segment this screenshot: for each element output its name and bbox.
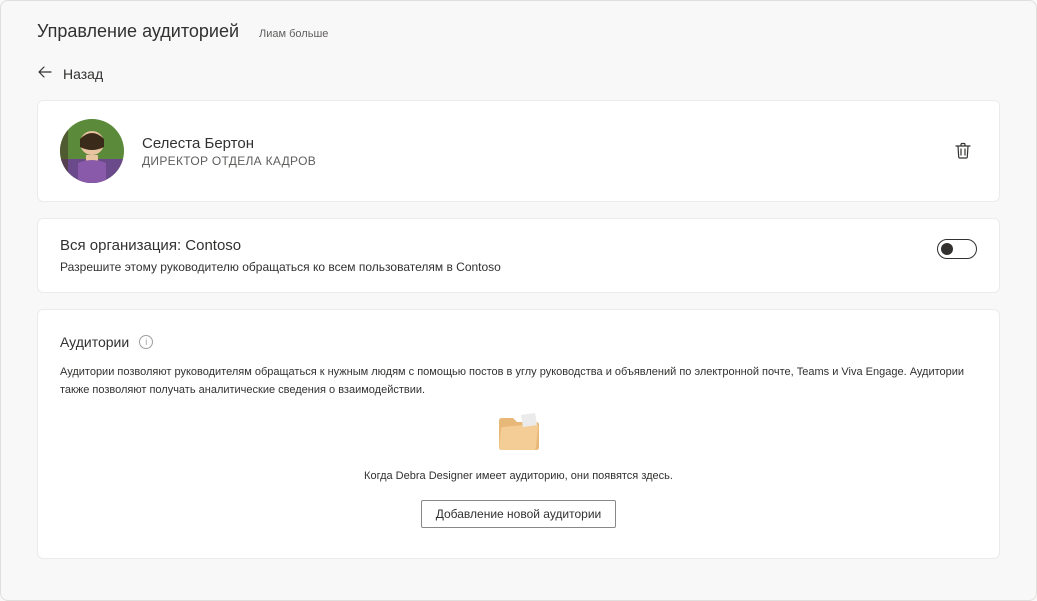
header-row: Управление аудиторией Лиам больше bbox=[37, 21, 1000, 42]
profile-role: ДИРЕКТОР ОТДЕЛА КАДРОВ bbox=[142, 154, 316, 168]
trash-icon bbox=[953, 141, 973, 161]
audiences-title: Аудитории bbox=[60, 334, 129, 350]
folder-icon bbox=[493, 409, 545, 458]
delete-button[interactable] bbox=[949, 137, 977, 165]
org-toggle[interactable] bbox=[937, 239, 977, 259]
empty-state-text: Когда Debra Designer имеет аудиторию, он… bbox=[364, 470, 673, 482]
audiences-card: Аудитории i Аудитории позволяют руководи… bbox=[37, 309, 1000, 559]
add-audience-button[interactable]: Добавление новой аудитории bbox=[421, 500, 617, 528]
organization-card: Вся организация: Contoso Разрешите этому… bbox=[37, 218, 1000, 293]
org-title: Вся организация: Contoso bbox=[60, 237, 501, 254]
empty-state: Когда Debra Designer имеет аудиторию, он… bbox=[60, 409, 977, 528]
header-subtitle: Лиам больше bbox=[259, 28, 328, 40]
back-button[interactable]: Назад bbox=[37, 64, 1000, 84]
avatar bbox=[60, 119, 124, 183]
profile-name: Селеста Бертон bbox=[142, 135, 316, 152]
back-label: Назад bbox=[63, 66, 103, 82]
page-title: Управление аудиторией bbox=[37, 21, 239, 42]
info-icon[interactable]: i bbox=[139, 335, 153, 349]
arrow-left-icon bbox=[37, 64, 53, 84]
toggle-knob bbox=[941, 243, 953, 255]
org-description: Разрешите этому руководителю обращаться … bbox=[60, 260, 501, 274]
profile-card: Селеста Бертон ДИРЕКТОР ОТДЕЛА КАДРОВ bbox=[37, 100, 1000, 202]
audiences-description: Аудитории позволяют руководителям обраща… bbox=[60, 364, 977, 399]
